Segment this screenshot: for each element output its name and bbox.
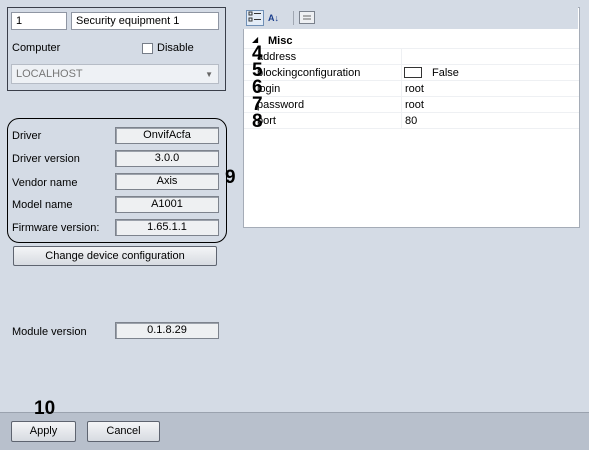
module-version-label: Module version [12,326,87,338]
model-name-field: A1001 [115,196,219,213]
column-divider [401,49,402,129]
computer-select[interactable]: LOCALHOST ▼ [11,64,219,84]
property-row-address[interactable]: address [244,49,579,65]
vendor-name-label: Vendor name [12,177,78,189]
property-value[interactable]: root [405,99,424,111]
property-value: False [432,67,459,79]
firmware-version-field: 1.65.1.1 [115,219,219,236]
callout-10: 10 [34,398,56,419]
callout-8: 8 [252,111,263,132]
chevron-down-icon: ▼ [205,70,213,79]
property-row-blockingconfiguration[interactable]: blockingconfiguration False [244,65,579,81]
sort-alphabetical-icon[interactable]: A↓ [268,10,288,26]
vendor-name-field: Axis [115,173,219,190]
toggle-checkbox[interactable] [404,67,422,78]
driver-field: OnvifAcfa [115,127,219,144]
categorized-view-icon[interactable] [246,10,264,26]
property-name: blockingconfiguration [257,67,361,79]
property-value[interactable]: root [405,83,424,95]
model-name-label: Model name [12,199,73,211]
computer-select-value: LOCALHOST [16,68,83,80]
object-id-input[interactable]: 1 [11,12,67,30]
category-label: Misc [268,35,293,47]
change-device-configuration-button[interactable]: Change device configuration [13,246,217,266]
property-grid-toolbar: A↓ [243,7,578,29]
disable-label: Disable [157,42,194,54]
property-pages-icon[interactable] [299,11,315,24]
property-row-port[interactable]: port 80 [244,113,579,129]
object-name-input[interactable]: Security equipment 1 [71,12,219,30]
property-row-password[interactable]: password root [244,97,579,113]
apply-button[interactable]: Apply [11,421,76,442]
property-value[interactable]: 80 [405,115,417,127]
driver-version-label: Driver version [12,153,80,165]
property-name: password [257,99,305,111]
firmware-version-label: Firmware version: [12,222,100,234]
cancel-button[interactable]: Cancel [87,421,160,442]
property-grid: ◢ Misc address blockingconfiguration Fal… [243,7,580,228]
driver-version-field: 3.0.0 [115,150,219,167]
callout-9: 9 [225,167,236,188]
object-panel: 1 Security equipment 1 Computer Disable … [7,7,226,91]
computer-label: Computer [12,42,61,54]
property-row-login[interactable]: login root [244,81,579,97]
module-version-field: 0.1.8.29 [115,322,219,339]
property-grid-body: ◢ Misc address blockingconfiguration Fal… [244,30,579,226]
category-row-misc[interactable]: ◢ Misc [244,33,579,49]
toolbar-divider [293,11,294,25]
disable-checkbox[interactable] [142,43,153,54]
driver-label: Driver [12,130,42,142]
